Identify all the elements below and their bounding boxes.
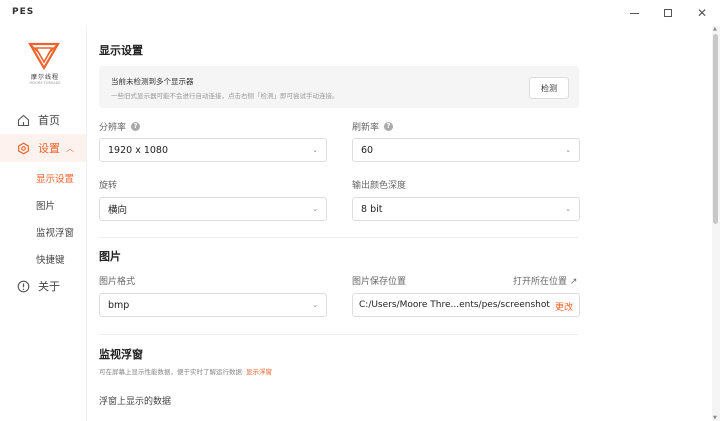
image-location-label: 图片保存位置 bbox=[352, 277, 407, 287]
scroll-thumb[interactable] bbox=[713, 34, 718, 224]
sidebar-item-home[interactable]: 首页 bbox=[0, 106, 86, 134]
divider bbox=[99, 237, 579, 238]
logo-subtext: MOORE THREADS bbox=[29, 81, 61, 85]
sidebar-item-label: 设置 bbox=[38, 142, 60, 155]
scrollbar[interactable]: ▲ ▼ bbox=[712, 26, 720, 421]
minimize-button[interactable] bbox=[625, 4, 643, 22]
detect-banner: 当前未检测到多个显示器 一些旧式显示器可能不会进行自动连接，点击右侧「检测」即可… bbox=[99, 66, 579, 108]
sidebar: 摩尔线程 MOORE THREADS 首页 设置 ︿ 显示设置 图片 监视浮窗 … bbox=[0, 26, 87, 421]
home-icon bbox=[16, 113, 30, 127]
image-format-label: 图片格式 bbox=[99, 277, 136, 287]
maximize-button[interactable] bbox=[659, 4, 677, 22]
chevron-down-icon: ⌄ bbox=[312, 301, 318, 309]
sidebar-item-settings[interactable]: 设置 ︿ bbox=[0, 134, 86, 162]
close-icon: ✕ bbox=[696, 6, 708, 20]
rotation-select[interactable]: 横向 ⌄ bbox=[99, 197, 327, 221]
help-icon[interactable]: ? bbox=[131, 122, 141, 131]
logo-icon bbox=[28, 42, 60, 70]
overlay-data-label: 浮窗上显示的数据 bbox=[99, 397, 172, 407]
scroll-up-icon[interactable]: ▲ bbox=[713, 26, 717, 32]
detect-button[interactable]: 检测 bbox=[529, 77, 569, 99]
title-bar: PES ✕ bbox=[0, 0, 720, 26]
sidebar-subitem-shortcut[interactable]: 快捷键 bbox=[36, 252, 65, 266]
open-location-link[interactable]: 打开所在位置 ↗ bbox=[513, 274, 577, 287]
sidebar-item-label: 首页 bbox=[38, 114, 60, 127]
rotation-label: 旋转 bbox=[99, 181, 118, 191]
sidebar-subitem-monitor[interactable]: 监视浮窗 bbox=[36, 225, 74, 239]
refresh-select[interactable]: 60 ⌄ bbox=[352, 138, 580, 162]
divider bbox=[99, 334, 579, 335]
main-content: 显示设置 当前未检测到多个显示器 一些旧式显示器可能不会进行自动连接，点击右侧「… bbox=[88, 26, 712, 421]
show-overlay-link[interactable]: 显示浮窗 bbox=[246, 368, 272, 376]
resolution-label: 分辨率? bbox=[99, 120, 141, 133]
depth-label: 输出颜色深度 bbox=[352, 181, 407, 191]
settings-icon bbox=[16, 141, 30, 155]
image-section-title: 图片 bbox=[99, 250, 121, 263]
image-format-select[interactable]: bmp ⌄ bbox=[99, 293, 327, 317]
help-icon[interactable]: ? bbox=[384, 122, 394, 131]
chevron-up-icon: ︿ bbox=[66, 143, 74, 153]
display-settings-title: 显示设置 bbox=[99, 44, 143, 57]
monitor-desc: 可在屏幕上显示性能数据，便于实时了解运行数据 显示浮窗 bbox=[99, 368, 272, 376]
minimize-icon bbox=[629, 12, 639, 14]
monitor-section-title: 监视浮窗 bbox=[99, 348, 143, 361]
chevron-down-icon: ⌄ bbox=[565, 146, 571, 154]
sidebar-subitem-image[interactable]: 图片 bbox=[36, 198, 55, 212]
save-path-value: C:/Users/Moore Thre...ents/pes/screensho… bbox=[359, 300, 550, 310]
app-title: PES bbox=[12, 7, 35, 17]
resolution-select[interactable]: 1920 x 1080 ⌄ bbox=[99, 138, 327, 162]
chevron-down-icon: ⌄ bbox=[312, 205, 318, 213]
save-path-field: C:/Users/Moore Thre...ents/pes/screensho… bbox=[352, 293, 580, 317]
banner-desc: 一些旧式显示器可能不会进行自动连接，点击右侧「检测」即可尝试手动连接。 bbox=[111, 92, 339, 100]
info-icon bbox=[16, 279, 30, 293]
close-button[interactable]: ✕ bbox=[693, 4, 711, 22]
maximize-icon bbox=[664, 9, 672, 17]
depth-select[interactable]: 8 bit ⌄ bbox=[352, 197, 580, 221]
logo-text: 摩尔线程 bbox=[30, 74, 59, 81]
refresh-label: 刷新率? bbox=[352, 120, 394, 133]
chevron-down-icon: ⌄ bbox=[312, 146, 318, 154]
change-path-button[interactable]: 更改 bbox=[555, 300, 573, 313]
sidebar-item-about[interactable]: 关于 bbox=[0, 272, 86, 300]
sidebar-item-label: 关于 bbox=[38, 280, 60, 293]
chevron-down-icon: ⌄ bbox=[565, 205, 571, 213]
sidebar-subitem-display[interactable]: 显示设置 bbox=[36, 171, 74, 185]
scroll-down-icon[interactable]: ▼ bbox=[713, 415, 717, 421]
banner-title: 当前未检测到多个显示器 bbox=[111, 77, 194, 86]
